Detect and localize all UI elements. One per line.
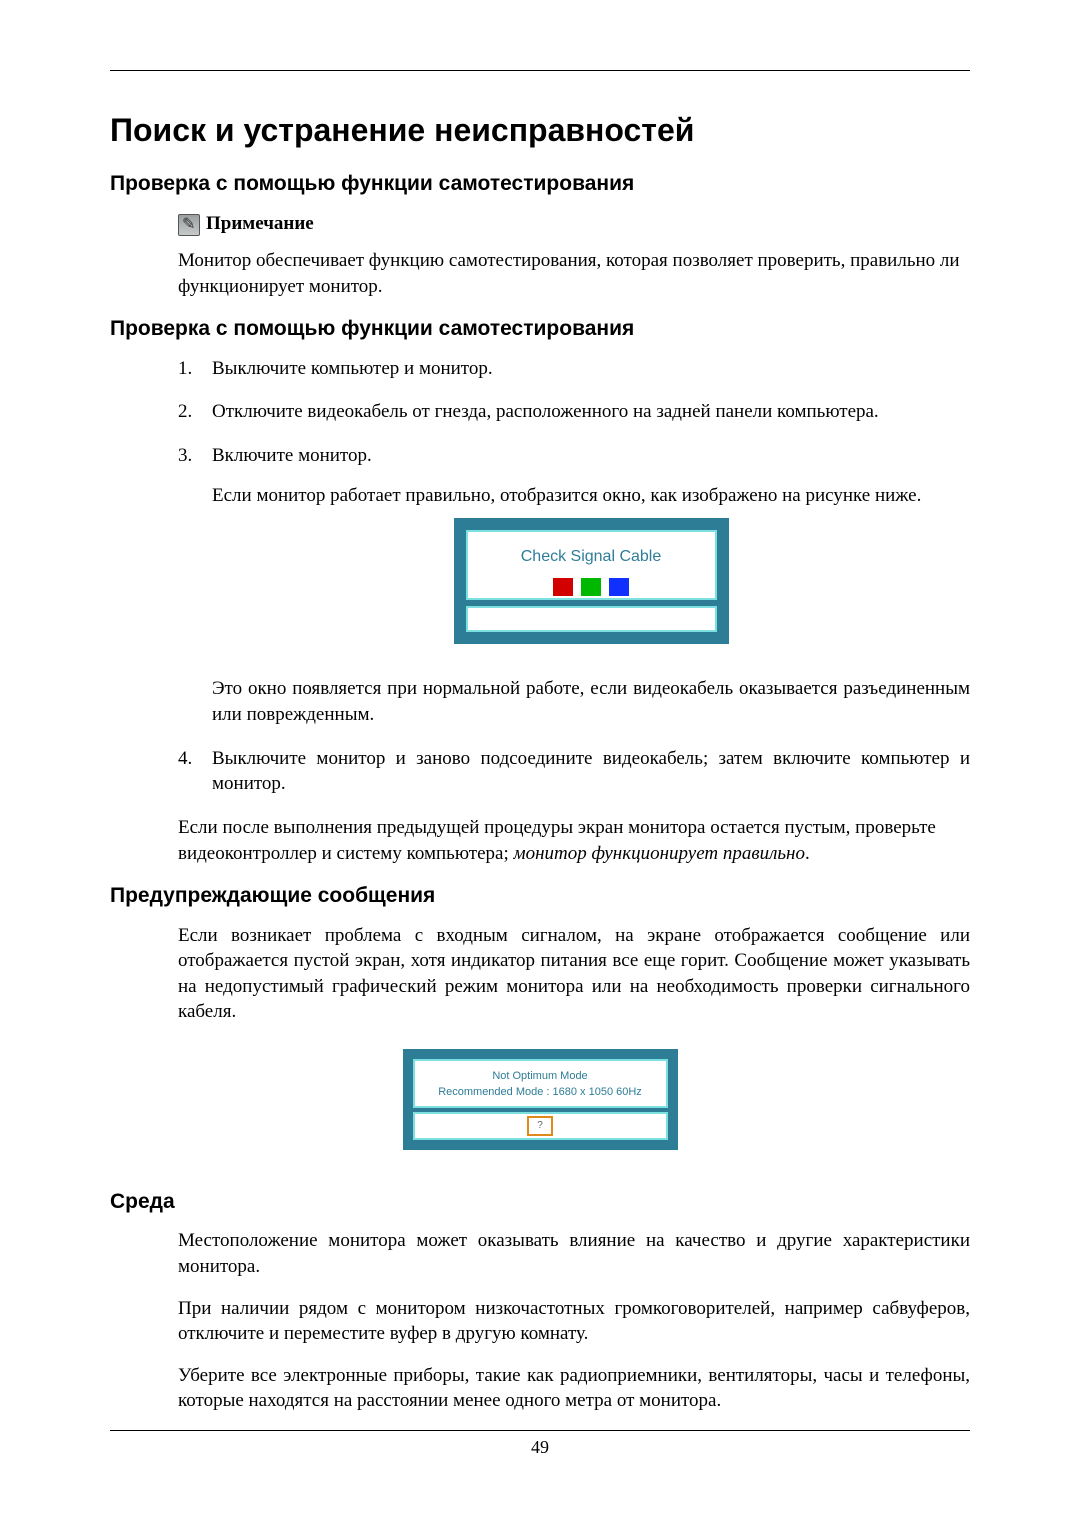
- blue-square-icon: [609, 578, 629, 596]
- section3-body: Если возникает проблема с входным сигнал…: [178, 923, 970, 1026]
- step-4-text: Выключите монитор и заново подсоедините …: [212, 746, 970, 797]
- section1-heading: Проверка с помощью функции самотестирова…: [110, 170, 970, 198]
- step-3c-text: Это окно появляется при нормальной работ…: [212, 676, 970, 727]
- after-steps-italic: монитор функционирует правильно: [513, 843, 805, 864]
- osd2-help-button: ?: [527, 1116, 553, 1136]
- section4-p2: При наличии рядом с монитором низкочасто…: [178, 1296, 970, 1347]
- section4-heading: Среда: [110, 1188, 970, 1216]
- osd-check-signal: Check Signal Cable: [454, 518, 729, 644]
- osd-rgb-row: [468, 578, 715, 596]
- section3-heading: Предупреждающие сообщения: [110, 882, 970, 910]
- page-title: Поиск и устранение неисправностей: [110, 109, 970, 152]
- osd-bottom-bar: [466, 606, 717, 632]
- note-body: Монитор обеспечивает функцию самотестиро…: [178, 248, 970, 299]
- green-square-icon: [581, 578, 601, 596]
- step-1-text: Выключите компьютер и монитор.: [212, 358, 493, 379]
- osd2-line2: Recommended Mode : 1680 x 1050 60Hz: [419, 1085, 662, 1100]
- osd-title: Check Signal Cable: [468, 546, 715, 568]
- step-3a-text: Включите монитор.: [212, 445, 372, 466]
- osd2-inner: Not Optimum Mode Recommended Mode : 1680…: [413, 1059, 668, 1108]
- red-square-icon: [553, 578, 573, 596]
- step-3: Включите монитор. Если монитор работает …: [178, 443, 970, 728]
- note-block: Примечание: [178, 211, 970, 237]
- note-label: Примечание: [206, 211, 314, 237]
- step-2: Отключите видеокабель от гнезда, располо…: [178, 399, 970, 425]
- osd-inner: Check Signal Cable: [466, 530, 717, 600]
- section4-p3: Уберите все электронные приборы, такие к…: [178, 1363, 970, 1414]
- after-steps-end: .: [805, 843, 810, 864]
- page-number: 49: [110, 1435, 970, 1459]
- steps-list: Выключите компьютер и монитор. Отключите…: [178, 356, 970, 797]
- osd-not-optimum: Not Optimum Mode Recommended Mode : 1680…: [403, 1049, 678, 1150]
- top-rule: [110, 70, 970, 71]
- pencil-icon: [178, 214, 200, 236]
- step-1: Выключите компьютер и монитор.: [178, 356, 970, 382]
- section2-heading: Проверка с помощью функции самотестирова…: [110, 315, 970, 343]
- step-3b-text: Если монитор работает правильно, отобраз…: [212, 483, 970, 509]
- osd2-bottom: ?: [413, 1112, 668, 1140]
- after-steps: Если после выполнения предыдущей процеду…: [178, 815, 970, 866]
- step-2-text: Отключите видеокабель от гнезда, располо…: [212, 401, 879, 422]
- step-4: Выключите монитор и заново подсоедините …: [178, 746, 970, 797]
- section4-p1: Местоположение монитора может оказывать …: [178, 1228, 970, 1279]
- osd2-line1: Not Optimum Mode: [419, 1069, 662, 1084]
- bottom-rule: [110, 1430, 970, 1431]
